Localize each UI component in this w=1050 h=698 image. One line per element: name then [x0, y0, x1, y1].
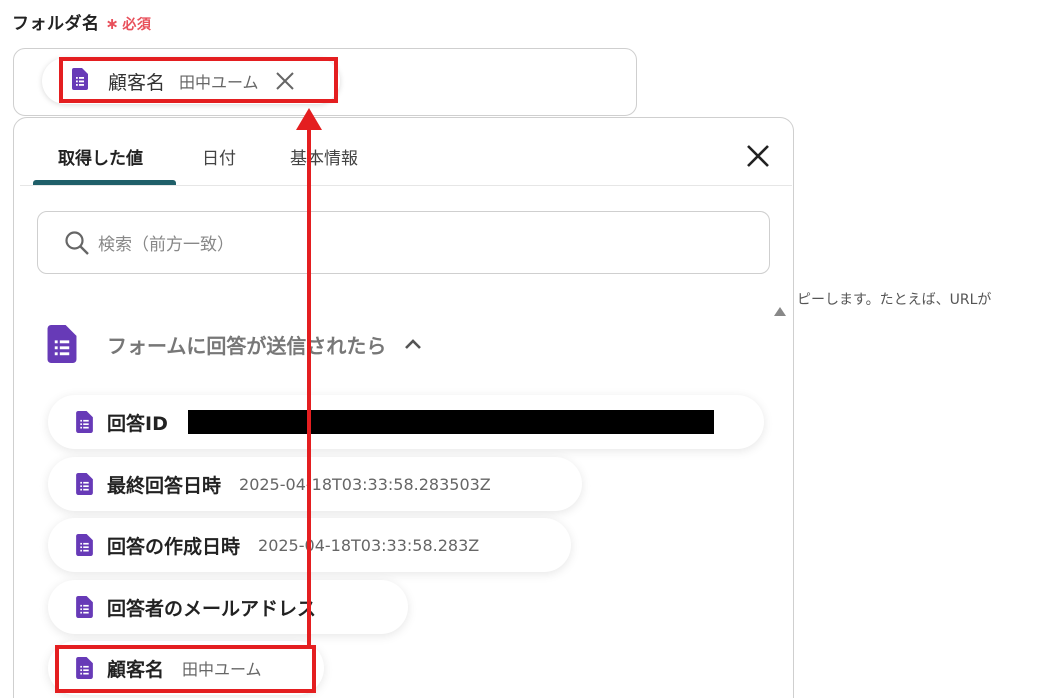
scroll-up-arrow-icon[interactable] [774, 307, 786, 316]
annotation-arrow [296, 108, 322, 645]
background-description-text: ピーします。たとえば、URLが [797, 292, 992, 308]
